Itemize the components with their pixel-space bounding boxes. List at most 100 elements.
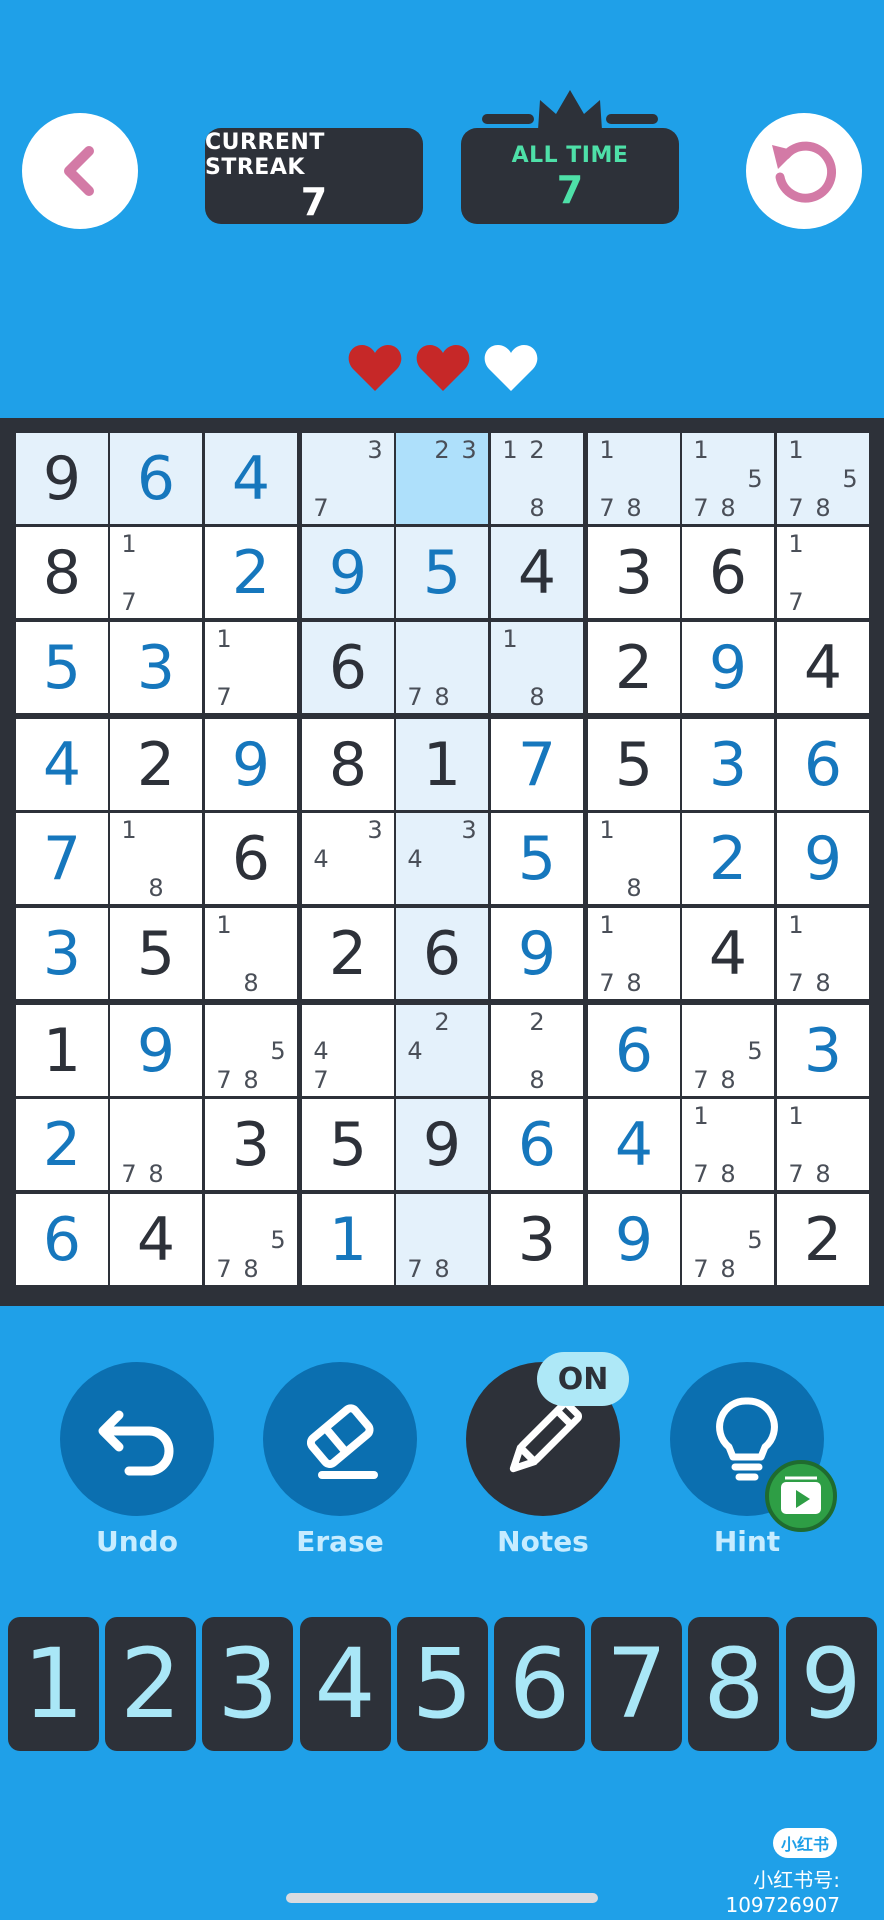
cell-r3c1[interactable]: 5 (16, 622, 108, 713)
cell-r6c7[interactable]: 1 78 (588, 908, 680, 999)
number-key-6[interactable]: 6 (494, 1617, 585, 1751)
cell-r8c8[interactable]: 1 78 (682, 1099, 774, 1190)
cell-r6c4[interactable]: 2 (302, 908, 394, 999)
cell-r6c5[interactable]: 6 (396, 908, 488, 999)
cell-r7c9[interactable]: 3 (777, 1005, 869, 1096)
cell-r5c7[interactable]: 18 (588, 813, 680, 904)
cell-r9c5[interactable]: 78 (396, 1194, 488, 1285)
cell-r4c3[interactable]: 9 (205, 719, 297, 810)
cell-r8c6[interactable]: 6 (491, 1099, 583, 1190)
cell-r2c4[interactable]: 9 (302, 527, 394, 618)
number-key-3[interactable]: 3 (202, 1617, 294, 1751)
cell-r3c8[interactable]: 9 (682, 622, 774, 713)
cell-r1c4[interactable]: 37 (302, 433, 394, 524)
cell-r7c5[interactable]: 24 (396, 1005, 488, 1096)
pencil-note: 1 (599, 911, 615, 939)
cell-r9c3[interactable]: 5 78 (205, 1194, 297, 1285)
cell-r6c3[interactable]: 18 (205, 908, 297, 999)
cell-r7c6[interactable]: 28 (491, 1005, 583, 1096)
cell-r4c6[interactable]: 7 (491, 719, 583, 810)
cell-r5c4[interactable]: 34 (302, 813, 394, 904)
cell-r5c1[interactable]: 7 (16, 813, 108, 904)
cell-r7c2[interactable]: 9 (110, 1005, 202, 1096)
cell-r9c4[interactable]: 1 (302, 1194, 394, 1285)
cell-r5c3[interactable]: 6 (205, 813, 297, 904)
cell-r2c7[interactable]: 3 (588, 527, 680, 618)
cell-r3c2[interactable]: 3 (110, 622, 202, 713)
cell-r1c5[interactable]: 23 (396, 433, 488, 524)
erase-button[interactable] (263, 1362, 417, 1516)
cell-r2c2[interactable]: 17 (110, 527, 202, 618)
cell-r8c3[interactable]: 3 (205, 1099, 297, 1190)
cell-r3c7[interactable]: 2 (588, 622, 680, 713)
cell-r4c1[interactable]: 4 (16, 719, 108, 810)
cell-r8c9[interactable]: 1 78 (777, 1099, 869, 1190)
cell-r5c8[interactable]: 2 (682, 813, 774, 904)
cell-r1c8[interactable]: 1578 (682, 433, 774, 524)
cell-r4c7[interactable]: 5 (588, 719, 680, 810)
number-key-2[interactable]: 2 (105, 1617, 197, 1751)
cell-r6c8[interactable]: 4 (682, 908, 774, 999)
video-ad-badge[interactable] (765, 1460, 837, 1532)
cell-r6c2[interactable]: 5 (110, 908, 202, 999)
cell-r1c7[interactable]: 1 78 (588, 433, 680, 524)
cell-r4c5[interactable]: 1 (396, 719, 488, 810)
cell-r2c9[interactable]: 17 (777, 527, 869, 618)
cell-r5c5[interactable]: 34 (396, 813, 488, 904)
cell-r5c9[interactable]: 9 (777, 813, 869, 904)
cell-r9c9[interactable]: 2 (777, 1194, 869, 1285)
back-button[interactable] (22, 113, 138, 229)
number-key-7[interactable]: 7 (591, 1617, 683, 1751)
cell-r9c6[interactable]: 3 (491, 1194, 583, 1285)
cell-r9c2[interactable]: 4 (110, 1194, 202, 1285)
cell-r8c4[interactable]: 5 (302, 1099, 394, 1190)
cell-r2c5[interactable]: 5 (396, 527, 488, 618)
lives (348, 343, 538, 397)
number-key-5[interactable]: 5 (396, 1617, 488, 1751)
cell-r7c4[interactable]: 47 (302, 1005, 394, 1096)
cell-r8c5[interactable]: 9 (396, 1099, 488, 1190)
cell-r1c9[interactable]: 1578 (777, 433, 869, 524)
cell-r5c6[interactable]: 5 (491, 813, 583, 904)
number-key-4[interactable]: 4 (299, 1617, 391, 1751)
cell-r4c8[interactable]: 3 (682, 719, 774, 810)
cell-r9c7[interactable]: 9 (588, 1194, 680, 1285)
cell-r8c2[interactable]: 78 (110, 1099, 202, 1190)
cell-r3c4[interactable]: 6 (302, 622, 394, 713)
cell-r7c1[interactable]: 1 (16, 1005, 108, 1096)
cell-r4c9[interactable]: 6 (777, 719, 869, 810)
undo-button[interactable] (60, 1362, 214, 1516)
number-key-1[interactable]: 1 (8, 1617, 99, 1751)
cell-r1c3[interactable]: 4 (205, 433, 297, 524)
cell-r2c8[interactable]: 6 (682, 527, 774, 618)
cell-r8c1[interactable]: 2 (16, 1099, 108, 1190)
cell-r9c1[interactable]: 6 (16, 1194, 108, 1285)
home-indicator[interactable] (286, 1893, 598, 1903)
cell-r3c6[interactable]: 18 (491, 622, 583, 713)
cell-r2c3[interactable]: 2 (205, 527, 297, 618)
cell-r1c6[interactable]: 12 8 (491, 433, 583, 524)
cell-r4c2[interactable]: 2 (110, 719, 202, 810)
cell-r7c8[interactable]: 5 78 (682, 1005, 774, 1096)
cell-r1c1[interactable]: 9 (16, 433, 108, 524)
cell-r1c2[interactable]: 6 (110, 433, 202, 524)
pencil-note: 5 (842, 465, 858, 493)
cell-r6c9[interactable]: 1 78 (777, 908, 869, 999)
cell-r2c1[interactable]: 8 (16, 527, 108, 618)
number-key-9[interactable]: 9 (785, 1617, 877, 1751)
cell-r7c7[interactable]: 6 (588, 1005, 680, 1096)
cell-r7c3[interactable]: 5 78 (205, 1005, 297, 1096)
cell-r3c5[interactable]: 78 (396, 622, 488, 713)
cell-r8c7[interactable]: 4 (588, 1099, 680, 1190)
heart-icon (416, 345, 470, 391)
cell-r9c8[interactable]: 5 78 (682, 1194, 774, 1285)
cell-r5c2[interactable]: 18 (110, 813, 202, 904)
cell-r3c9[interactable]: 4 (777, 622, 869, 713)
cell-r6c6[interactable]: 9 (491, 908, 583, 999)
restart-button[interactable] (746, 113, 862, 229)
cell-r4c4[interactable]: 8 (302, 719, 394, 810)
cell-r3c3[interactable]: 17 (205, 622, 297, 713)
cell-r2c6[interactable]: 4 (491, 527, 583, 618)
number-key-8[interactable]: 8 (688, 1617, 780, 1751)
cell-r6c1[interactable]: 3 (16, 908, 108, 999)
